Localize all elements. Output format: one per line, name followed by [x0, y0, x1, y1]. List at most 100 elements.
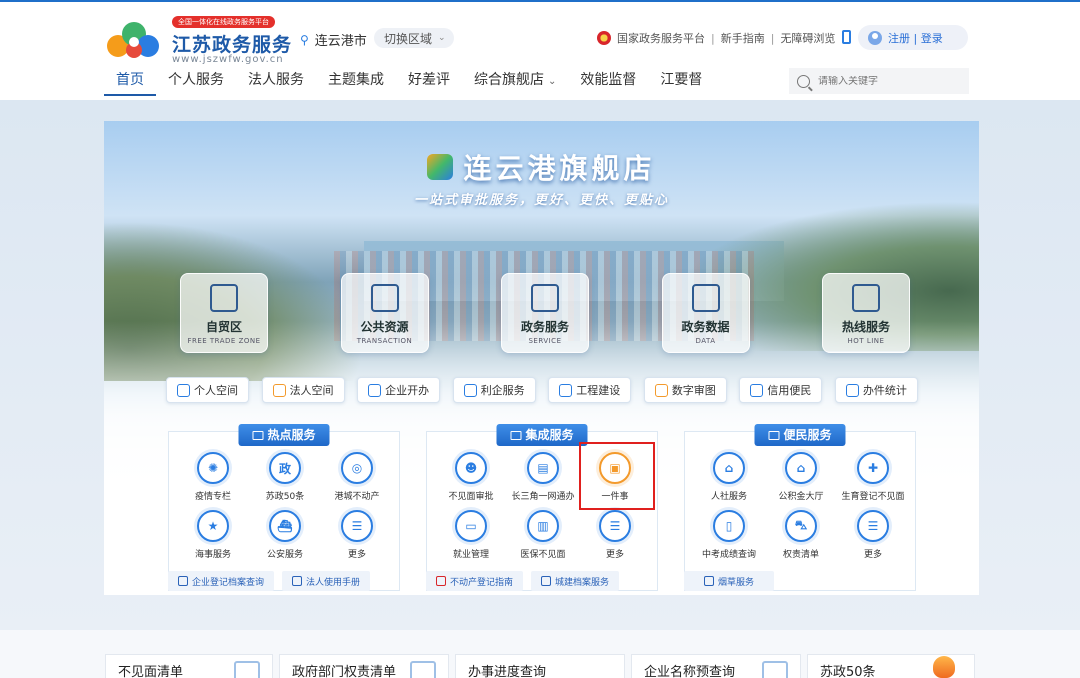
service-yangtze-delta[interactable]: ▤ 长三角一网通办 — [507, 452, 579, 502]
shortcut-personal-space[interactable]: 个人空间 — [166, 377, 249, 403]
map-icon — [654, 383, 668, 397]
service-epidemic[interactable]: ✺ 疫情专栏 — [177, 452, 249, 502]
link-label: 企业登记档案查询 — [192, 577, 265, 588]
shield-star-icon: ★ — [197, 510, 229, 542]
service-real-estate[interactable]: ◎ 港城不动产 — [321, 452, 393, 502]
tile-subtitle: FREE TRADE ZONE — [187, 337, 261, 345]
shortcut-digital-review[interactable]: 数字审图 — [643, 377, 727, 403]
nav-item-feedback[interactable]: 好差评 — [396, 64, 462, 96]
panel-title: 便民服务 — [754, 424, 846, 446]
nav-item-flagship[interactable]: 综合旗舰店 ⌄ — [462, 64, 568, 96]
service-label: 公积金大厅 — [778, 492, 824, 502]
site-title[interactable]: 江苏政务服务 — [172, 30, 292, 57]
nav-item-jiangyaodu[interactable]: 江要督 — [648, 64, 714, 96]
service-label: 医保不见面 — [520, 550, 566, 560]
tile-hotline[interactable]: 热线服务 HOT LINE — [822, 273, 910, 353]
chart-icon — [368, 383, 382, 397]
link-legal-manual[interactable]: 法人使用手册 — [282, 571, 371, 591]
service-housing-fund[interactable]: ⌂ 公积金大厅 — [765, 452, 837, 502]
nav-item-home[interactable]: 首页 — [104, 64, 156, 96]
shortcut-bar: 个人空间 法人空间 企业开办 利企服务 工程建设 数字审图 信用便民 办件统计 — [166, 377, 918, 403]
document-icon: ▯ — [713, 510, 745, 542]
service-grid: ✺ 疫情专栏 政苏政50条 ◎ 港城不动产 ★ 海事服务 ⛴ 公安服务 ☰ 更多 — [177, 452, 393, 560]
panel-links-hot: 企业登记档案查询 法人使用手册 — [168, 571, 371, 591]
tile-name: 热线服务 — [841, 320, 890, 334]
nav-item-supervision[interactable]: 效能监督 — [568, 64, 648, 96]
link-real-estate-guide[interactable]: 不动产登记指南 — [426, 571, 524, 591]
card-power-list[interactable]: 政府部门权责清单 — [279, 654, 449, 678]
service-medical-insurance[interactable]: ▥ 医保不见面 — [507, 510, 579, 560]
nav-item-personal[interactable]: 个人服务 — [156, 64, 236, 96]
person-icon: ☻ — [455, 452, 487, 484]
ship-icon: ⛴ — [269, 510, 301, 542]
nav-item-legal-person[interactable]: 法人服务 — [236, 64, 316, 96]
service-maritime[interactable]: ★ 海事服务 — [177, 510, 249, 560]
shortcut-enterprise-service[interactable]: 利企服务 — [452, 377, 536, 403]
shortcut-legal-space[interactable]: 法人空间 — [261, 377, 345, 403]
link-urban-archive[interactable]: 城建档案服务 — [531, 571, 620, 591]
tile-public-resources[interactable]: 公共资源 TRANSACTION — [340, 273, 429, 353]
service-power-list[interactable]: ⛍ 权责清单 — [765, 510, 837, 560]
login-register-button[interactable]: 注册 | 登录 — [858, 25, 968, 50]
site-logo-icon[interactable] — [104, 18, 162, 62]
chevron-down-icon: ⌄ — [438, 33, 446, 43]
link-tobacco[interactable]: 烟草服务 — [684, 571, 775, 591]
clipboard-icon — [531, 284, 559, 312]
tile-free-trade-zone[interactable]: 自贸区 FREE TRADE ZONE — [180, 273, 268, 353]
card-name-precheck[interactable]: 企业名称预查询 — [631, 654, 801, 678]
card-label: 不见面清单 — [118, 665, 184, 678]
service-su-policy-50[interactable]: 政苏政50条 — [249, 452, 321, 502]
service-remote-approval[interactable]: ☻ 不见面审批 — [435, 452, 507, 502]
search-input[interactable] — [818, 75, 958, 87]
grid-more-icon: ☰ — [857, 510, 889, 542]
switch-area-button[interactable]: 切换区域 ⌄ — [374, 28, 454, 48]
shortcut-engineering[interactable]: 工程建设 — [548, 377, 632, 403]
chat-bubble-icon — [852, 284, 880, 312]
shortcut-label: 企业开办 — [385, 384, 430, 397]
service-employment[interactable]: ▭ 就业管理 — [435, 510, 507, 560]
credit-card-icon — [750, 383, 764, 397]
accessibility-link[interactable]: 无障碍浏览 — [780, 30, 835, 46]
top-links: 国家政务服务平台 | 新手指南 | 无障碍浏览 — [597, 30, 835, 46]
service-birth-registration[interactable]: ✚ 生育登记不见面 — [837, 452, 909, 502]
shortcut-credit[interactable]: 信用便民 — [739, 377, 823, 403]
panel-title: 集成服务 — [496, 424, 588, 446]
tile-government-service[interactable]: 政务服务 SERVICE — [501, 273, 589, 353]
card-remote-list[interactable]: 不见面清单 — [105, 654, 273, 678]
search-icon[interactable] — [797, 74, 810, 88]
tile-name: 政务服务 — [520, 320, 569, 334]
national-platform-link[interactable]: 国家政务服务平台 — [617, 30, 705, 46]
service-label: 更多 — [863, 550, 882, 560]
shortcut-business-startup[interactable]: 企业开办 — [357, 377, 441, 403]
document-icon — [178, 576, 188, 586]
tile-government-data[interactable]: 政务数据 DATA — [661, 273, 750, 353]
flagship-logo-icon — [427, 154, 454, 180]
shortcut-label: 利企服务 — [480, 384, 525, 397]
mobile-phone-icon[interactable] — [842, 30, 851, 44]
link-enterprise-archive[interactable]: 企业登记档案查询 — [168, 571, 275, 591]
globe-icon: ◎ — [341, 452, 373, 484]
shortcut-statistics[interactable]: 办件统计 — [834, 377, 918, 403]
service-more[interactable]: ☰ 更多 — [321, 510, 393, 560]
id-card-icon: ▤ — [527, 452, 559, 484]
tile-name: 自贸区 — [205, 320, 242, 334]
location-pin-icon: ⚲ — [300, 32, 309, 47]
service-exam-scores[interactable]: ▯ 中考成绩查询 — [693, 510, 765, 560]
layers-icon — [463, 383, 477, 397]
monitor-icon — [252, 430, 264, 440]
document-icon — [762, 661, 788, 678]
service-social-security[interactable]: ⌂ 人社服务 — [693, 452, 765, 502]
nav-item-themes[interactable]: 主题集成 — [316, 64, 396, 96]
chevron-down-icon: ⌄ — [548, 76, 557, 87]
service-more[interactable]: ☰ 更多 — [837, 510, 909, 560]
person-icon — [177, 383, 190, 397]
card-progress-query[interactable]: 办事进度查询 — [455, 654, 625, 678]
building-icon — [559, 383, 573, 397]
list-icon — [234, 661, 260, 678]
link-label: 城建档案服务 — [555, 577, 610, 588]
search-box[interactable] — [789, 68, 969, 94]
service-more[interactable]: ☰ 更多 — [579, 510, 651, 560]
user-avatar-icon — [868, 30, 882, 45]
service-police[interactable]: ⛴ 公安服务 — [249, 510, 321, 560]
beginner-guide-link[interactable]: 新手指南 — [721, 30, 765, 46]
